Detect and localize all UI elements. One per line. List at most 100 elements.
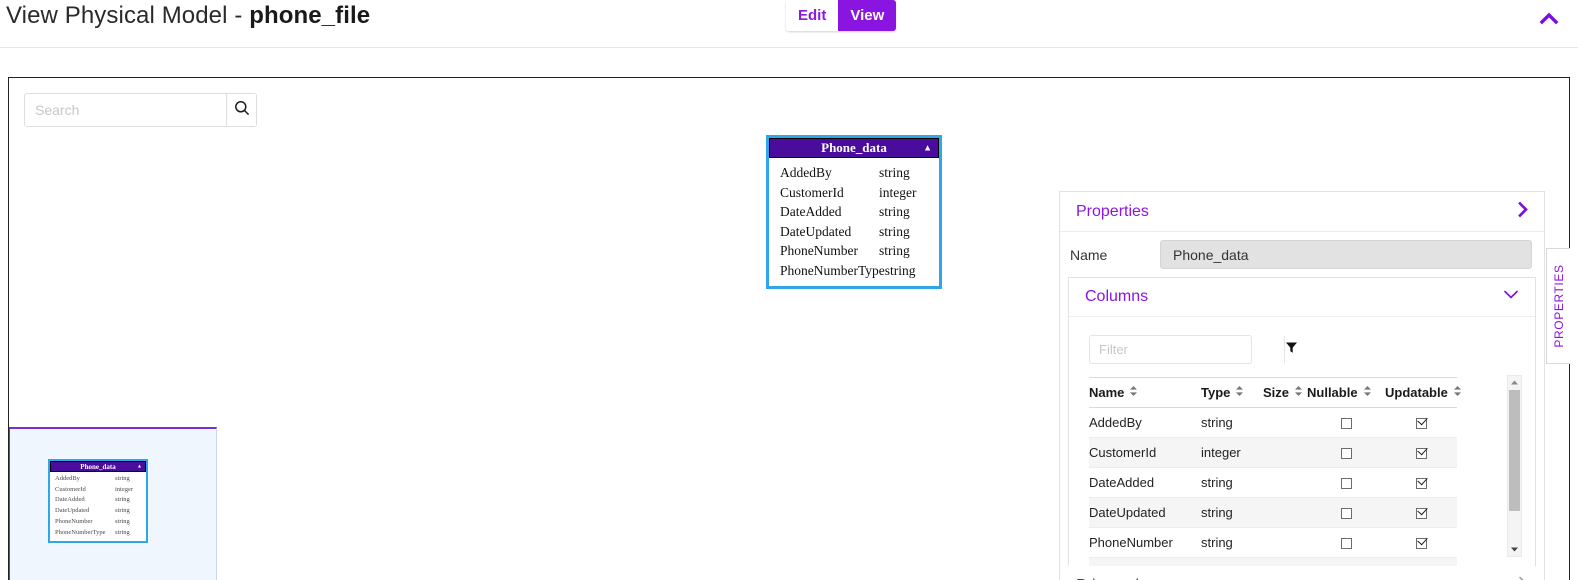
updatable-checkbox[interactable] bbox=[1415, 418, 1427, 430]
filter-input[interactable] bbox=[1090, 336, 1284, 363]
chevron-up-icon bbox=[1534, 8, 1564, 30]
properties-side-tab[interactable]: PROPERTIES bbox=[1546, 248, 1570, 364]
cell-updatable bbox=[1385, 437, 1457, 469]
sort-arrows-icon[interactable] bbox=[1235, 385, 1244, 400]
column-header-type[interactable]: Type bbox=[1201, 378, 1263, 409]
columns-grid-header-row: Name Type Size Nullable Updatable bbox=[1089, 378, 1461, 409]
minimap-column-name: CustomerId bbox=[55, 485, 86, 493]
updatable-checkbox[interactable] bbox=[1415, 508, 1427, 520]
page-title-prefix: View Physical Model - bbox=[6, 2, 250, 29]
entity-node-title: Phone_data bbox=[821, 140, 887, 155]
edit-mode-button[interactable]: Edit bbox=[786, 0, 839, 31]
properties-side-tab-label: PROPERTIES bbox=[1551, 264, 1566, 348]
table-row[interactable]: AddedBy string bbox=[1089, 407, 1457, 439]
minimap-column-list: AddedBy string CustomerId integer DateAd… bbox=[50, 472, 146, 541]
entity-column-row: DateAdded string bbox=[769, 202, 939, 222]
columns-grid-wrapper: Name Type Size Nullable Updatable AddedB… bbox=[1089, 377, 1461, 566]
minimap-entity-node: Phone_data ▲ AddedBy string CustomerId i… bbox=[48, 459, 148, 544]
cell-type: integer bbox=[1201, 437, 1263, 469]
scroll-down-arrow-icon[interactable] bbox=[1508, 543, 1521, 556]
cell-type: string bbox=[1201, 467, 1263, 499]
entity-column-name: CustomerId bbox=[780, 184, 844, 200]
cell-nullable bbox=[1307, 497, 1385, 529]
entity-node-phone-data[interactable]: Phone_data ▲ AddedBy string CustomerId i… bbox=[766, 135, 942, 289]
table-row[interactable]: PhoneNumber string bbox=[1089, 527, 1457, 559]
columns-grid-scrollbar[interactable] bbox=[1507, 375, 1522, 557]
page-header: View Physical Model - phone_file Edit Vi… bbox=[0, 0, 1578, 48]
minimap-overview[interactable]: Phone_data ▲ AddedBy string CustomerId i… bbox=[9, 427, 217, 580]
diagram-canvas[interactable]: Phone_data ▲ AddedBy string CustomerId i… bbox=[8, 77, 1570, 580]
table-row[interactable]: DateUpdated string bbox=[1089, 497, 1457, 529]
collapse-header-button[interactable] bbox=[1534, 8, 1564, 30]
column-header-type-label: Type bbox=[1201, 385, 1231, 401]
sort-arrows-icon[interactable] bbox=[1294, 385, 1303, 400]
columns-section-header[interactable]: Columns bbox=[1069, 278, 1535, 316]
column-header-nullable[interactable]: Nullable bbox=[1307, 378, 1385, 409]
search-input[interactable] bbox=[25, 94, 226, 126]
entity-column-type: integer bbox=[879, 184, 917, 200]
columns-grid: Name Type Size Nullable Updatable AddedB… bbox=[1089, 378, 1461, 566]
filter-button[interactable] bbox=[1284, 336, 1298, 363]
sort-arrows-icon[interactable] bbox=[1453, 385, 1462, 400]
chevron-right-icon[interactable] bbox=[1516, 200, 1530, 223]
funnel-icon bbox=[1285, 341, 1298, 359]
cell-nullable bbox=[1307, 407, 1385, 439]
cell-nullable bbox=[1307, 557, 1385, 566]
column-header-updatable[interactable]: Updatable bbox=[1385, 378, 1461, 409]
nullable-checkbox[interactable] bbox=[1340, 508, 1352, 520]
column-header-size[interactable]: Size bbox=[1263, 378, 1307, 409]
minimap-column-type: string bbox=[115, 507, 130, 515]
nullable-checkbox[interactable] bbox=[1340, 448, 1352, 460]
entity-column-name: PhoneNumber bbox=[780, 243, 858, 258]
table-row[interactable]: CustomerId integer bbox=[1089, 437, 1457, 469]
updatable-checkbox[interactable] bbox=[1415, 538, 1427, 550]
cell-name: DateUpdated bbox=[1089, 497, 1201, 529]
cell-size bbox=[1263, 497, 1307, 529]
chevron-down-icon[interactable] bbox=[1501, 288, 1521, 307]
cell-updatable bbox=[1385, 557, 1457, 566]
nullable-checkbox[interactable] bbox=[1340, 478, 1352, 490]
minimap-entity-header: Phone_data ▲ bbox=[50, 461, 146, 472]
column-header-name-label: Name bbox=[1089, 385, 1125, 401]
scroll-up-arrow-icon[interactable] bbox=[1508, 376, 1521, 389]
minimap-column-name: DateAdded bbox=[55, 496, 85, 504]
entity-name-value[interactable]: Phone_data bbox=[1160, 240, 1532, 269]
minimap-column-name: PhoneNumber bbox=[55, 517, 93, 525]
updatable-checkbox[interactable] bbox=[1415, 478, 1427, 490]
sort-arrows-icon[interactable] bbox=[1363, 385, 1372, 400]
entity-column-row: CustomerId integer bbox=[769, 183, 939, 203]
column-header-size-label: Size bbox=[1263, 385, 1290, 401]
updatable-checkbox[interactable] bbox=[1415, 448, 1427, 460]
sort-arrows-icon[interactable] bbox=[1129, 385, 1138, 400]
properties-section-header[interactable]: Properties bbox=[1060, 192, 1544, 232]
minimap-column-name: AddedBy bbox=[55, 475, 80, 482]
view-mode-button[interactable]: View bbox=[838, 0, 897, 31]
filter-box bbox=[1089, 335, 1298, 364]
entity-column-type: string bbox=[879, 204, 910, 219]
scrollbar-thumb[interactable] bbox=[1509, 390, 1520, 511]
cell-size bbox=[1263, 437, 1307, 469]
table-row[interactable]: DateAdded string bbox=[1089, 467, 1457, 499]
page-title-model-name: phone_file bbox=[249, 2, 371, 29]
chevron-right-icon[interactable] bbox=[1516, 574, 1530, 580]
nullable-checkbox[interactable] bbox=[1340, 418, 1352, 430]
cell-size bbox=[1263, 557, 1307, 566]
entity-column-type: string bbox=[884, 262, 916, 278]
entity-node-header[interactable]: Phone_data ▲ bbox=[769, 138, 939, 158]
minimap-column-name: DateUpdated bbox=[55, 507, 90, 515]
table-row[interactable]: PhoneNumberType string bbox=[1089, 557, 1457, 566]
minimap-column-type: string bbox=[115, 528, 130, 536]
entity-column-type: string bbox=[879, 243, 910, 258]
column-header-name[interactable]: Name bbox=[1089, 378, 1201, 409]
cell-nullable bbox=[1307, 467, 1385, 499]
nullable-checkbox[interactable] bbox=[1340, 538, 1352, 550]
properties-panel: Properties Name Phone_data Columns Filte… bbox=[1059, 191, 1545, 580]
triangle-up-icon[interactable]: ▲ bbox=[923, 143, 932, 153]
cell-type: string bbox=[1201, 497, 1263, 529]
minimap-column-row: AddedBy string bbox=[50, 474, 146, 485]
primary-keys-section-header[interactable]: Primary keys bbox=[1060, 566, 1544, 580]
search-box bbox=[24, 93, 257, 127]
search-button[interactable] bbox=[226, 94, 256, 126]
columns-section-body: Name Type Size Nullable Updatable AddedB… bbox=[1069, 316, 1535, 566]
cell-updatable bbox=[1385, 497, 1457, 529]
